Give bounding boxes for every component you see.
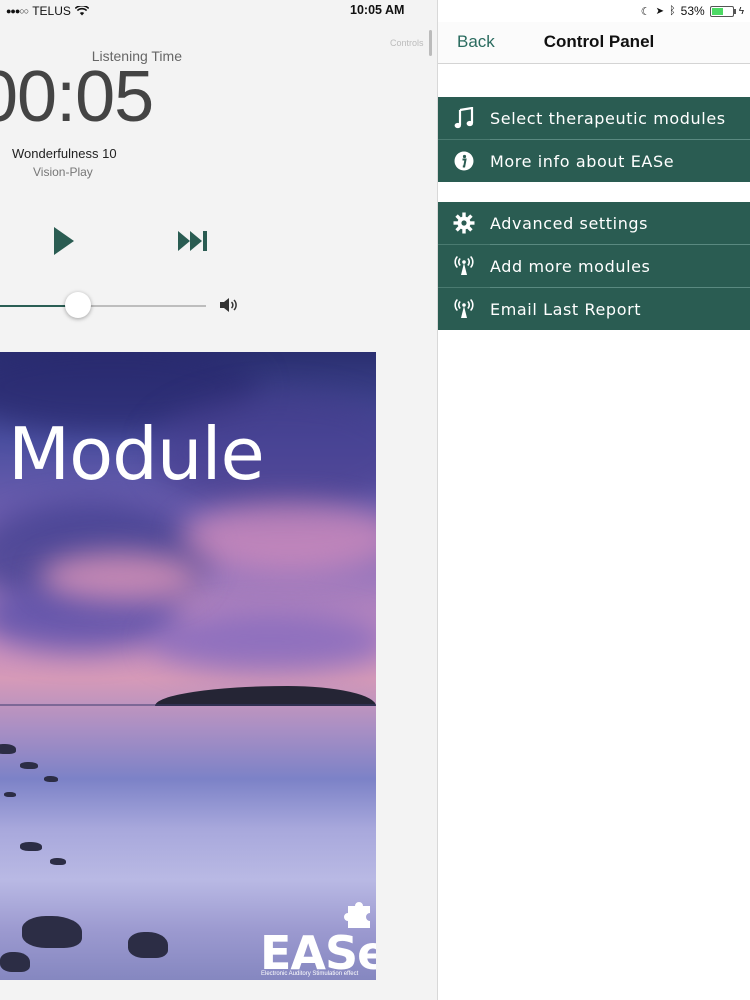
module-artwork: Module EASe Electronic Auditory Stimulat… xyxy=(0,352,376,980)
volume-slider[interactable] xyxy=(0,292,206,318)
moon-icon: ☾ xyxy=(640,5,651,18)
play-icon xyxy=(54,227,74,255)
control-panel: Back Control Panel Select therapeutic mo… xyxy=(438,0,750,1000)
next-track-button[interactable] xyxy=(176,229,210,253)
play-button[interactable] xyxy=(50,225,78,257)
status-left: ●●●○○ TELUS xyxy=(6,4,89,18)
menu-item-label: Advanced settings xyxy=(490,213,649,233)
track-artist: Vision-Play xyxy=(33,165,93,179)
status-right: ☾ ➤ ᛒ 53% ϟ xyxy=(641,4,744,18)
carrier-name: TELUS xyxy=(32,4,71,18)
menu-item-label: More info about EASe xyxy=(490,151,675,171)
status-time: 10:05 AM xyxy=(350,3,405,17)
player-panel: Controls Listening Time 00:05 Wonderfuln… xyxy=(0,0,438,1000)
status-bar: ●●●○○ TELUS 10:05 AM ☾ ➤ ᛒ 53% ϟ xyxy=(0,0,750,22)
navigation-bar: Back Control Panel xyxy=(438,22,750,64)
scroll-indicator[interactable] xyxy=(429,30,432,56)
battery-percent: 53% xyxy=(680,4,705,18)
signal-strength-icon: ●●●○○ xyxy=(6,6,29,16)
listening-timer: 00:05 xyxy=(0,57,154,137)
bluetooth-icon: ᛒ xyxy=(669,5,676,17)
antenna-icon xyxy=(452,254,476,278)
artwork-title: Module xyxy=(8,412,265,496)
wifi-icon xyxy=(74,6,89,16)
menu-item-select-modules[interactable]: Select therapeutic modules xyxy=(438,97,750,140)
speaker-icon xyxy=(218,296,240,314)
menu-item-label: Email Last Report xyxy=(490,299,642,319)
ease-logo-subtitle: Electronic Auditory Stimulation effect xyxy=(261,971,359,977)
island-silhouette xyxy=(155,686,376,706)
antenna-icon xyxy=(452,297,476,321)
track-title: Wonderfulness 10 xyxy=(12,146,117,161)
menu-item-label: Add more modules xyxy=(490,256,651,276)
charging-icon: ϟ xyxy=(738,5,744,17)
menu-group-modules: Select therapeutic modules More info abo… xyxy=(438,97,750,182)
info-icon xyxy=(452,149,476,173)
menu-item-label: Select therapeutic modules xyxy=(490,108,726,128)
menu-item-advanced-settings[interactable]: Advanced settings xyxy=(438,202,750,245)
menu-item-add-modules[interactable]: Add more modules xyxy=(438,245,750,288)
skip-forward-icon xyxy=(178,231,207,251)
menu-item-email-report[interactable]: Email Last Report xyxy=(438,288,750,330)
controls-label: Controls xyxy=(390,38,424,48)
volume-thumb[interactable] xyxy=(65,292,91,318)
battery-icon xyxy=(709,5,736,17)
location-arrow-icon: ➤ xyxy=(655,5,665,17)
gear-icon xyxy=(452,211,476,235)
music-note-icon xyxy=(452,106,476,130)
panel-title: Control Panel xyxy=(543,32,655,51)
menu-item-more-info[interactable]: More info about EASe xyxy=(438,140,750,182)
menu-group-settings: Advanced settings Add more modules Email… xyxy=(438,202,750,330)
